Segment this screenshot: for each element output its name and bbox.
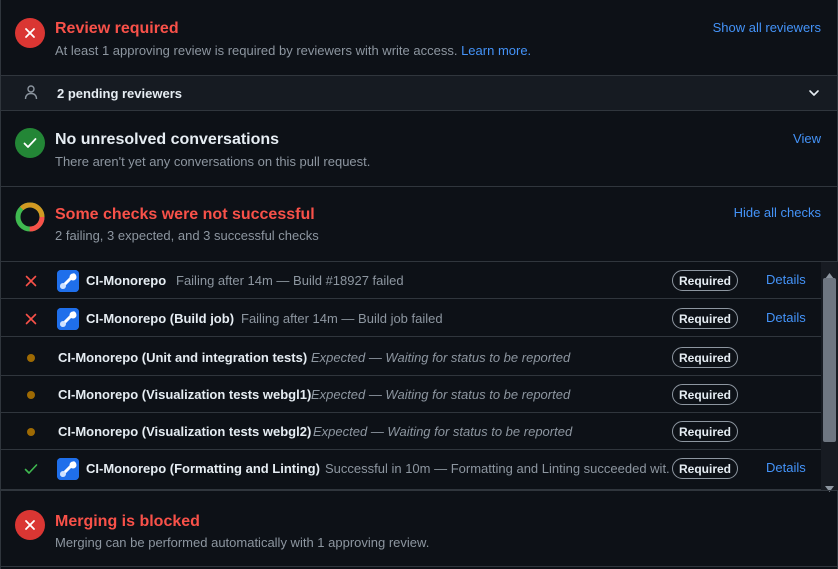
required-badge: Required — [672, 347, 738, 368]
required-badge: Required — [672, 270, 738, 291]
details-link[interactable]: Details — [766, 460, 806, 475]
checks-summary-title: Some checks were not successful — [55, 206, 315, 223]
checks-scrollbar[interactable] — [821, 262, 838, 492]
check-row: CI-Monorepo Failing after 14m — Build #1… — [1, 262, 821, 299]
x-circle-icon — [15, 510, 45, 540]
merge-box: Review required At least 1 approving rev… — [0, 0, 838, 569]
check-name: CI-Monorepo (Visualization tests webgl2) — [58, 424, 312, 439]
x-icon — [25, 274, 37, 290]
check-name: CI-Monorepo (Unit and integration tests) — [58, 350, 308, 365]
pending-dot-icon — [27, 428, 35, 436]
pending-dot-icon — [27, 391, 35, 399]
ci-app-icon — [57, 308, 79, 330]
check-icon — [24, 462, 38, 478]
details-link[interactable]: Details — [766, 310, 806, 325]
hide-all-checks-link[interactable]: Hide all checks — [734, 205, 821, 220]
pending-reviewers-toggle[interactable]: 2 pending reviewers — [1, 76, 837, 111]
review-subtitle-text: At least 1 approving review is required … — [55, 43, 458, 58]
ci-app-icon — [57, 458, 79, 480]
ci-app-icon — [57, 270, 79, 292]
conversations-subtitle: There aren't yet any conversations on th… — [55, 154, 371, 169]
check-row: CI-Monorepo (Visualization tests webgl1)… — [1, 376, 821, 413]
person-icon — [23, 84, 39, 103]
merge-status-section: Merging is blocked Merging can be perfor… — [1, 490, 837, 567]
check-description: Failing after 14m — Build job failed — [241, 311, 443, 326]
check-description: Expected — Waiting for status to be repo… — [313, 424, 573, 439]
check-description: Successful in 10m — Formatting and Linti… — [325, 461, 670, 476]
required-badge: Required — [672, 384, 738, 405]
required-badge: Required — [672, 421, 738, 442]
review-subtitle: At least 1 approving review is required … — [55, 43, 531, 58]
review-section: Review required At least 1 approving rev… — [1, 0, 837, 76]
review-title: Review required — [55, 20, 179, 37]
show-all-reviewers-link[interactable]: Show all reviewers — [713, 20, 821, 35]
check-description: Expected — Waiting for status to be repo… — [311, 387, 571, 402]
conversations-section: No unresolved conversations There aren't… — [1, 111, 837, 187]
x-icon — [25, 312, 37, 328]
pending-dot-icon — [27, 354, 35, 362]
chevron-down-icon[interactable] — [807, 86, 821, 103]
check-name: CI-Monorepo (Formatting and Linting) — [86, 461, 320, 476]
check-row: CI-Monorepo (Visualization tests webgl2)… — [1, 413, 821, 450]
check-description: Failing after 14m — Build #18927 failed — [176, 273, 404, 288]
check-row: CI-Monorepo (Formatting and Linting) Suc… — [1, 450, 821, 490]
check-name: CI-Monorepo — [86, 273, 167, 288]
check-circle-icon — [15, 128, 45, 158]
pending-reviewers-label: 2 pending reviewers — [57, 86, 182, 101]
check-description: Expected — Waiting for status to be repo… — [311, 350, 571, 365]
merge-subtitle: Merging can be performed automatically w… — [55, 535, 430, 550]
view-conversations-link[interactable]: View — [793, 131, 821, 146]
required-badge: Required — [672, 308, 738, 329]
checks-status-ring-icon — [15, 202, 45, 235]
merge-title: Merging is blocked — [55, 513, 200, 530]
check-row: CI-Monorepo (Unit and integration tests)… — [1, 339, 821, 376]
conversations-title: No unresolved conversations — [55, 131, 280, 148]
learn-more-link[interactable]: Learn more. — [461, 43, 531, 58]
details-link[interactable]: Details — [766, 272, 806, 287]
check-name: CI-Monorepo (Visualization tests webgl1) — [58, 387, 312, 402]
required-badge: Required — [672, 458, 738, 479]
x-circle-icon — [15, 18, 45, 48]
check-row: CI-Monorepo (Build job) Failing after 14… — [1, 300, 821, 337]
checks-summary-section: Some checks were not successful 2 failin… — [1, 187, 837, 262]
check-name: CI-Monorepo (Build job) — [86, 311, 235, 326]
checks-summary-subtitle: 2 failing, 3 expected, and 3 successful … — [55, 228, 319, 243]
scrollbar-thumb[interactable] — [823, 278, 836, 442]
